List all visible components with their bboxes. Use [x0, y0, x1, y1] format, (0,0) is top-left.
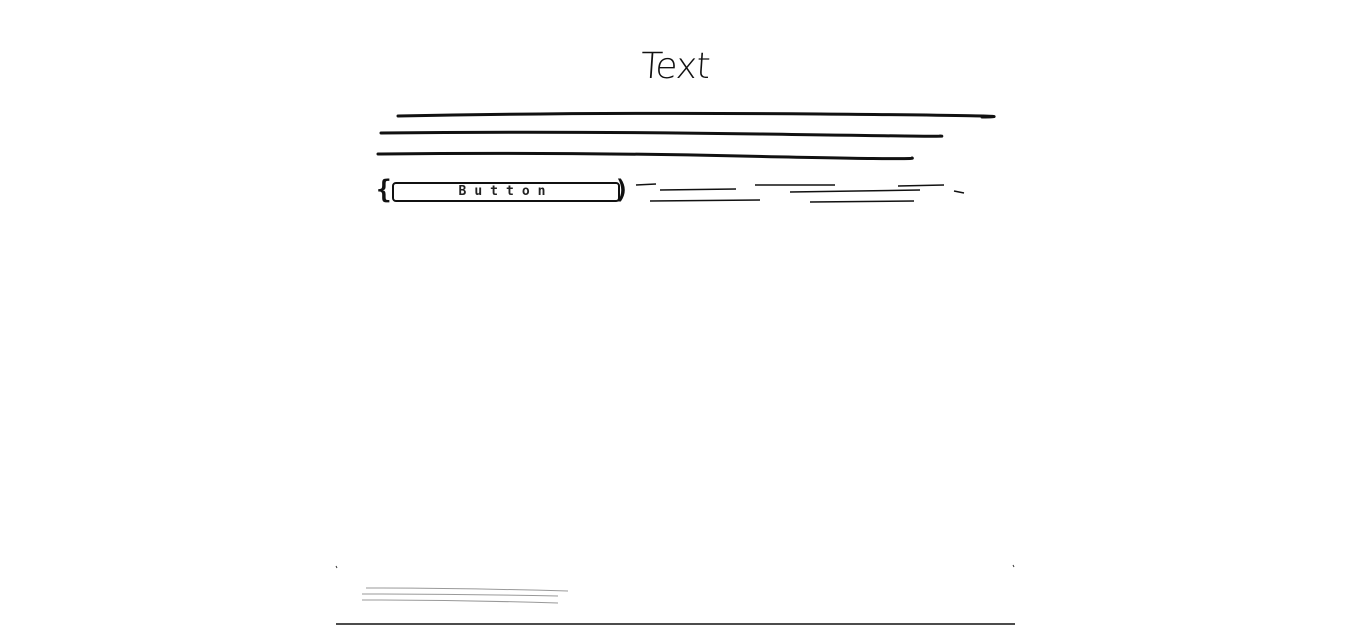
footer-text-lines — [361, 587, 569, 604]
page-title: Text — [639, 46, 711, 87]
bracket-right-icon: ) — [614, 175, 630, 205]
wireframe-sketch — [335, 111, 1015, 625]
body-text-line-1 — [396, 111, 996, 119]
primary-button[interactable]: Button — [392, 182, 620, 202]
body-text-line-2 — [379, 130, 944, 138]
body-text-line-3 — [376, 151, 914, 161]
button-caption-scribble — [635, 183, 965, 203]
bracket-left-icon: { — [376, 175, 392, 205]
